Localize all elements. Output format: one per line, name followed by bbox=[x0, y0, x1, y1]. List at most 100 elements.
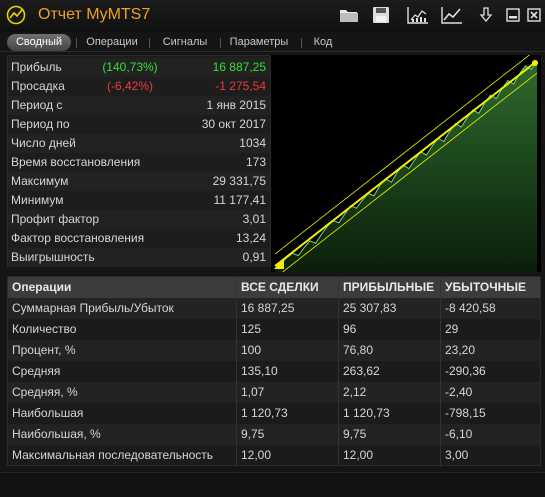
stat-value: 1 янв 2015 bbox=[206, 98, 266, 112]
stat-label: Фактор восстановления bbox=[11, 231, 145, 245]
table-cell: -798,15 bbox=[440, 403, 540, 424]
table-cell: 135,10 bbox=[236, 361, 338, 382]
download-arrow-icon[interactable] bbox=[474, 3, 498, 27]
table-cell: 100 bbox=[236, 340, 338, 361]
stat-percent: (140,73%) bbox=[102, 60, 158, 74]
table-cell: Наибольшая bbox=[12, 406, 84, 420]
stat-value: -1 275,54 bbox=[215, 79, 266, 93]
folder-open-icon[interactable] bbox=[337, 3, 361, 27]
stat-row: Период по 30 окт 2017 bbox=[8, 115, 270, 134]
stat-row: Просадка (-6,42%) -1 275,54 bbox=[8, 77, 270, 96]
summary-stats-panel: Прибыль (140,73%) 16 887,25 Просадка (-6,42%… bbox=[7, 55, 271, 267]
stat-value: 11 177,41 bbox=[213, 193, 267, 207]
table-cell: 12,00 bbox=[338, 445, 440, 466]
table-cell: 9,75 bbox=[236, 424, 338, 445]
equity-chart-svg bbox=[274, 48, 538, 279]
table-cell: 16 887,25 bbox=[236, 298, 338, 319]
tab-operations[interactable]: Операции bbox=[80, 34, 144, 51]
table-cell: 2,12 bbox=[338, 382, 440, 403]
stat-label: Прибыль bbox=[11, 60, 62, 74]
stat-label: Максимум bbox=[11, 174, 69, 188]
title-bar: Отчет MyMTS7 bbox=[0, 0, 545, 32]
start-marker bbox=[274, 259, 284, 269]
table-cell: Суммарная Прибыль/Убыток bbox=[12, 301, 174, 315]
table-cell: -8 420,58 bbox=[440, 298, 540, 319]
table-cell: 23,20 bbox=[440, 340, 540, 361]
table-cell: 1 120,73 bbox=[236, 403, 338, 424]
tab-bar: Сводный Операции Сигналы Параметры Код bbox=[0, 33, 545, 52]
table-cell: Процент, % bbox=[12, 343, 76, 357]
chart-line-icon[interactable] bbox=[440, 3, 464, 27]
stat-value: 30 окт 2017 bbox=[201, 117, 266, 131]
table-row: Наибольшая, % 9,75 9,75 -6,10 bbox=[8, 424, 540, 445]
table-cell: Количество bbox=[12, 322, 77, 336]
stat-value: 173 bbox=[245, 155, 266, 169]
stat-row: Минимум 11 177,41 bbox=[8, 191, 270, 210]
stat-label: Период с bbox=[11, 98, 63, 112]
stat-label: Профит фактор bbox=[11, 212, 100, 226]
save-disk-icon[interactable] bbox=[369, 3, 393, 27]
stat-value: 1034 bbox=[239, 136, 266, 150]
table-row: Процент, % 100 76,80 23,20 bbox=[8, 340, 540, 361]
stat-value: 29 331,75 bbox=[212, 174, 266, 188]
stat-label: Время восстановления bbox=[11, 155, 141, 169]
stat-row: Время восстановления 173 bbox=[8, 153, 270, 172]
stat-row: Прибыль (140,73%) 16 887,25 bbox=[8, 58, 270, 77]
table-cell: Максимальная последовательность bbox=[12, 448, 214, 462]
end-marker bbox=[532, 60, 538, 67]
stat-row: Число дней 1034 bbox=[8, 134, 270, 153]
column-header: ВСЕ СДЕЛКИ bbox=[236, 277, 338, 298]
tab-separator bbox=[301, 38, 302, 48]
column-header: ПРИБЫЛЬНЫЕ bbox=[338, 277, 440, 298]
equity-chart bbox=[271, 48, 541, 279]
stat-row: Максимум 29 331,75 bbox=[8, 172, 270, 191]
stat-label: Число дней bbox=[11, 136, 76, 150]
table-cell: 1,07 bbox=[236, 382, 338, 403]
tab-signals[interactable]: Сигналы bbox=[153, 34, 217, 51]
stat-percent: (-6,42%) bbox=[106, 79, 153, 93]
window-title: Отчет MyMTS7 bbox=[38, 6, 151, 23]
table-cell: 25 307,83 bbox=[338, 298, 440, 319]
stat-row: Профит фактор 3,01 bbox=[8, 210, 270, 229]
table-cell: -2,40 bbox=[440, 382, 540, 403]
table-cell: Наибольшая, % bbox=[12, 427, 101, 441]
app-logo-icon bbox=[6, 5, 26, 25]
tab-separator bbox=[76, 38, 77, 48]
stat-value: 16 887,25 bbox=[212, 60, 266, 74]
tab-parameters[interactable]: Параметры bbox=[223, 34, 295, 51]
table-cell: Средняя bbox=[12, 364, 61, 378]
table-header: Операции ВСЕ СДЕЛКИ ПРИБЫЛЬНЫЕ УБЫТОЧНЫЕ bbox=[8, 277, 540, 298]
table-cell: 3,00 bbox=[440, 445, 540, 466]
table-cell: -290,36 bbox=[440, 361, 540, 382]
table-cell: 12,00 bbox=[236, 445, 338, 466]
table-row: Количество 125 96 29 bbox=[8, 319, 540, 340]
table-cell: -6,10 bbox=[440, 424, 540, 445]
table-row: Средняя, % 1,07 2,12 -2,40 bbox=[8, 382, 540, 403]
stat-label: Минимум bbox=[11, 193, 64, 207]
table-row: Средняя 135,10 263,62 -290,36 bbox=[8, 361, 540, 382]
operations-table: Операции ВСЕ СДЕЛКИ ПРИБЫЛЬНЫЕ УБЫТОЧНЫЕ Сум… bbox=[7, 276, 541, 466]
tab-code[interactable]: Код bbox=[304, 34, 342, 51]
table-cell: 125 bbox=[236, 319, 338, 340]
table-cell: 96 bbox=[338, 319, 440, 340]
stat-row: Фактор восстановления 13,24 bbox=[8, 229, 270, 248]
stat-value: 3,01 bbox=[242, 212, 266, 226]
close-icon[interactable] bbox=[522, 3, 545, 27]
table-cell: 263,62 bbox=[338, 361, 440, 382]
table-cell: Средняя, % bbox=[12, 385, 78, 399]
table-cell: 76,80 bbox=[338, 340, 440, 361]
table-row: Наибольшая 1 120,73 1 120,73 -798,15 bbox=[8, 403, 540, 424]
stat-row: Выигрышность 0,91 bbox=[8, 248, 270, 267]
stat-value: 13,24 bbox=[235, 231, 266, 245]
chart-bars-icon[interactable] bbox=[406, 3, 430, 27]
table-row: Суммарная Прибыль/Убыток 16 887,25 25 307,… bbox=[8, 298, 540, 319]
table-cell: 29 bbox=[440, 319, 540, 340]
tab-summary[interactable]: Сводный bbox=[7, 34, 71, 51]
column-header: Операции bbox=[12, 280, 72, 294]
column-header: УБЫТОЧНЫЕ bbox=[440, 277, 540, 298]
table-row: Максимальная последовательность 12,00 12,0… bbox=[8, 445, 540, 466]
stat-value: 0,91 bbox=[242, 250, 266, 264]
stat-row: Период с 1 янв 2015 bbox=[8, 96, 270, 115]
stat-label: Просадка bbox=[11, 79, 65, 93]
stat-label: Период по bbox=[11, 117, 70, 131]
